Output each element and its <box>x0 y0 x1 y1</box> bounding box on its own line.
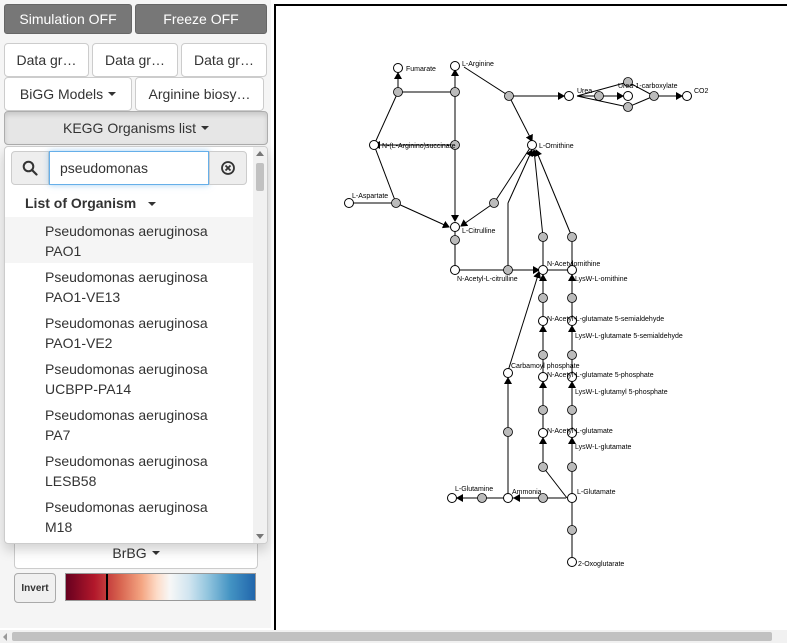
organism-item[interactable]: Pseudomonas aeruginosa LESB58 <box>5 447 253 493</box>
horizontal-scroll-thumb[interactable] <box>12 632 772 641</box>
organism-name: Pseudomonas aeruginosa <box>45 269 208 285</box>
organism-list-header-label: List of Organism <box>25 195 137 211</box>
kegg-organisms-label: KEGG Organisms list <box>62 120 197 136</box>
clear-search-icon[interactable] <box>209 151 247 185</box>
organism-strain: LESB58 <box>45 473 97 489</box>
scroll-left-icon[interactable] <box>3 633 7 641</box>
organism-strain: UCBPP-PA14 <box>45 381 132 397</box>
pathway-map[interactable]: Fumarate L-Arginine Urea Urea-1-carboxyl… <box>276 6 787 630</box>
freeze-toggle-button[interactable]: Freeze OFF <box>135 4 267 34</box>
caret-down-icon <box>148 202 157 207</box>
caret-down-icon <box>201 126 210 130</box>
organism-name: Pseudomonas aeruginosa <box>45 315 208 331</box>
metabolite-label: L-Aspartate <box>352 193 388 200</box>
left-panel: Simulation OFF Freeze OFF Data gr… Data … <box>0 0 271 628</box>
organism-list-header[interactable]: List of Organism <box>25 195 157 211</box>
metabolite-label: Fumarate <box>406 66 436 73</box>
organism-strain: PAO1-VE2 <box>45 335 113 351</box>
organism-name: Pseudomonas aeruginosa <box>45 407 208 423</box>
kegg-organisms-menu: List of Organism Pseudomonas aeruginosaP… <box>4 146 268 544</box>
pathway-canvas[interactable]: Fumarate L-Arginine Urea Urea-1-carboxyl… <box>274 4 787 630</box>
metabolite-label: L-Glutamine <box>455 486 493 493</box>
metabolite-label: LysW-L-glutamate 5-semialdehyde <box>575 333 683 340</box>
invert-button[interactable]: Invert <box>14 573 56 603</box>
organism-strain: PAO1-VE13 <box>45 289 121 305</box>
colorscale-label: BrBG <box>112 544 147 561</box>
simulation-toggle-button[interactable]: Simulation OFF <box>4 4 132 34</box>
bigg-models-dropdown[interactable]: BiGG Models <box>4 77 132 111</box>
metabolite-label: CO2 <box>694 88 709 95</box>
metabolite-label: N-Acetyl-L-glutamate 5-semialdehyde <box>547 316 664 323</box>
reaction-edges <box>350 66 683 557</box>
search-row <box>11 151 247 185</box>
metabolite-label: LysW-L-glutamate <box>575 444 632 451</box>
metabolite-label: L-Arginine <box>462 61 494 68</box>
metabolite-label: 2-Oxoglutarate <box>578 561 624 568</box>
organism-name: Pseudomonas aeruginosa <box>45 223 208 239</box>
organism-item[interactable]: Pseudomonas aeruginosa UCBPP-PA14 <box>5 355 253 401</box>
metabolite-label: N-Acetyl-L-glutamate 5-phosphate <box>547 372 654 379</box>
metabolite-label: Urea-1-carboxylate <box>618 83 678 90</box>
metabolite-label: N-Acetyl-L-citrulline <box>457 276 518 283</box>
horizontal-scrollbar[interactable] <box>0 630 787 643</box>
metabolite-label: LysW-L-glutamyl 5-phosphate <box>575 389 668 396</box>
metabolite-label: L-Glutamate <box>577 489 616 496</box>
data-group-button-3[interactable]: Data gr… <box>181 43 267 77</box>
data-group-button-2[interactable]: Data gr… <box>92 43 178 77</box>
metabolite-label: Ammonia <box>512 489 542 496</box>
map-select-dropdown[interactable]: Arginine biosy… <box>135 77 264 111</box>
bigg-models-label: BiGG Models <box>19 86 104 102</box>
metabolite-label: N-Acetylornithine <box>547 261 600 268</box>
organism-search-input[interactable] <box>49 151 209 185</box>
organism-strain: M18 <box>45 519 73 535</box>
organism-item[interactable]: Pseudomonas aeruginosa M18 <box>5 493 253 539</box>
metabolite-label: L-Citrulline <box>462 228 496 235</box>
metabolite-label: Urea <box>577 88 592 95</box>
list-scroll-thumb[interactable] <box>256 163 264 191</box>
organism-item[interactable]: Pseudomonas aeruginosa PA7 <box>5 401 253 447</box>
organism-name: Pseudomonas aeruginosa <box>45 453 208 469</box>
caret-down-icon <box>151 550 160 555</box>
metabolite-label: N-Acetyl-L-glutamate <box>547 428 613 435</box>
organism-item[interactable]: Pseudomonas aeruginosa PAO1-VE13 <box>5 263 253 309</box>
scroll-down-icon[interactable] <box>256 534 264 539</box>
organism-strain: PA7 <box>45 427 71 443</box>
metabolite-label: N-(L-Arginino)succinate <box>382 143 456 150</box>
colorscale-bar[interactable] <box>65 573 256 601</box>
colorscale-marker[interactable] <box>106 574 108 600</box>
organism-name: Pseudomonas aeruginosa <box>45 361 208 377</box>
caret-down-icon <box>108 92 117 96</box>
list-scrollbar[interactable] <box>253 147 267 543</box>
organism-list: Pseudomonas aeruginosa PAO1 Pseudomonas a… <box>5 217 253 539</box>
organism-name: Pseudomonas aeruginosa <box>45 499 208 515</box>
scroll-up-icon[interactable] <box>256 151 264 156</box>
kegg-organisms-dropdown[interactable]: KEGG Organisms list <box>4 111 268 145</box>
metabolite-label: LysW-L-ornithine <box>575 276 628 283</box>
organism-item[interactable]: Pseudomonas aeruginosa PAO1-VE2 <box>5 309 253 355</box>
data-group-button-1[interactable]: Data gr… <box>4 43 89 77</box>
search-icon <box>11 151 49 185</box>
metabolite-label: L-Ornithine <box>539 143 574 150</box>
organism-strain: PAO1 <box>45 243 82 259</box>
organism-item[interactable]: Pseudomonas aeruginosa PAO1 <box>5 217 253 263</box>
metabolite-label: Carbamoyl phosphate <box>511 363 580 370</box>
